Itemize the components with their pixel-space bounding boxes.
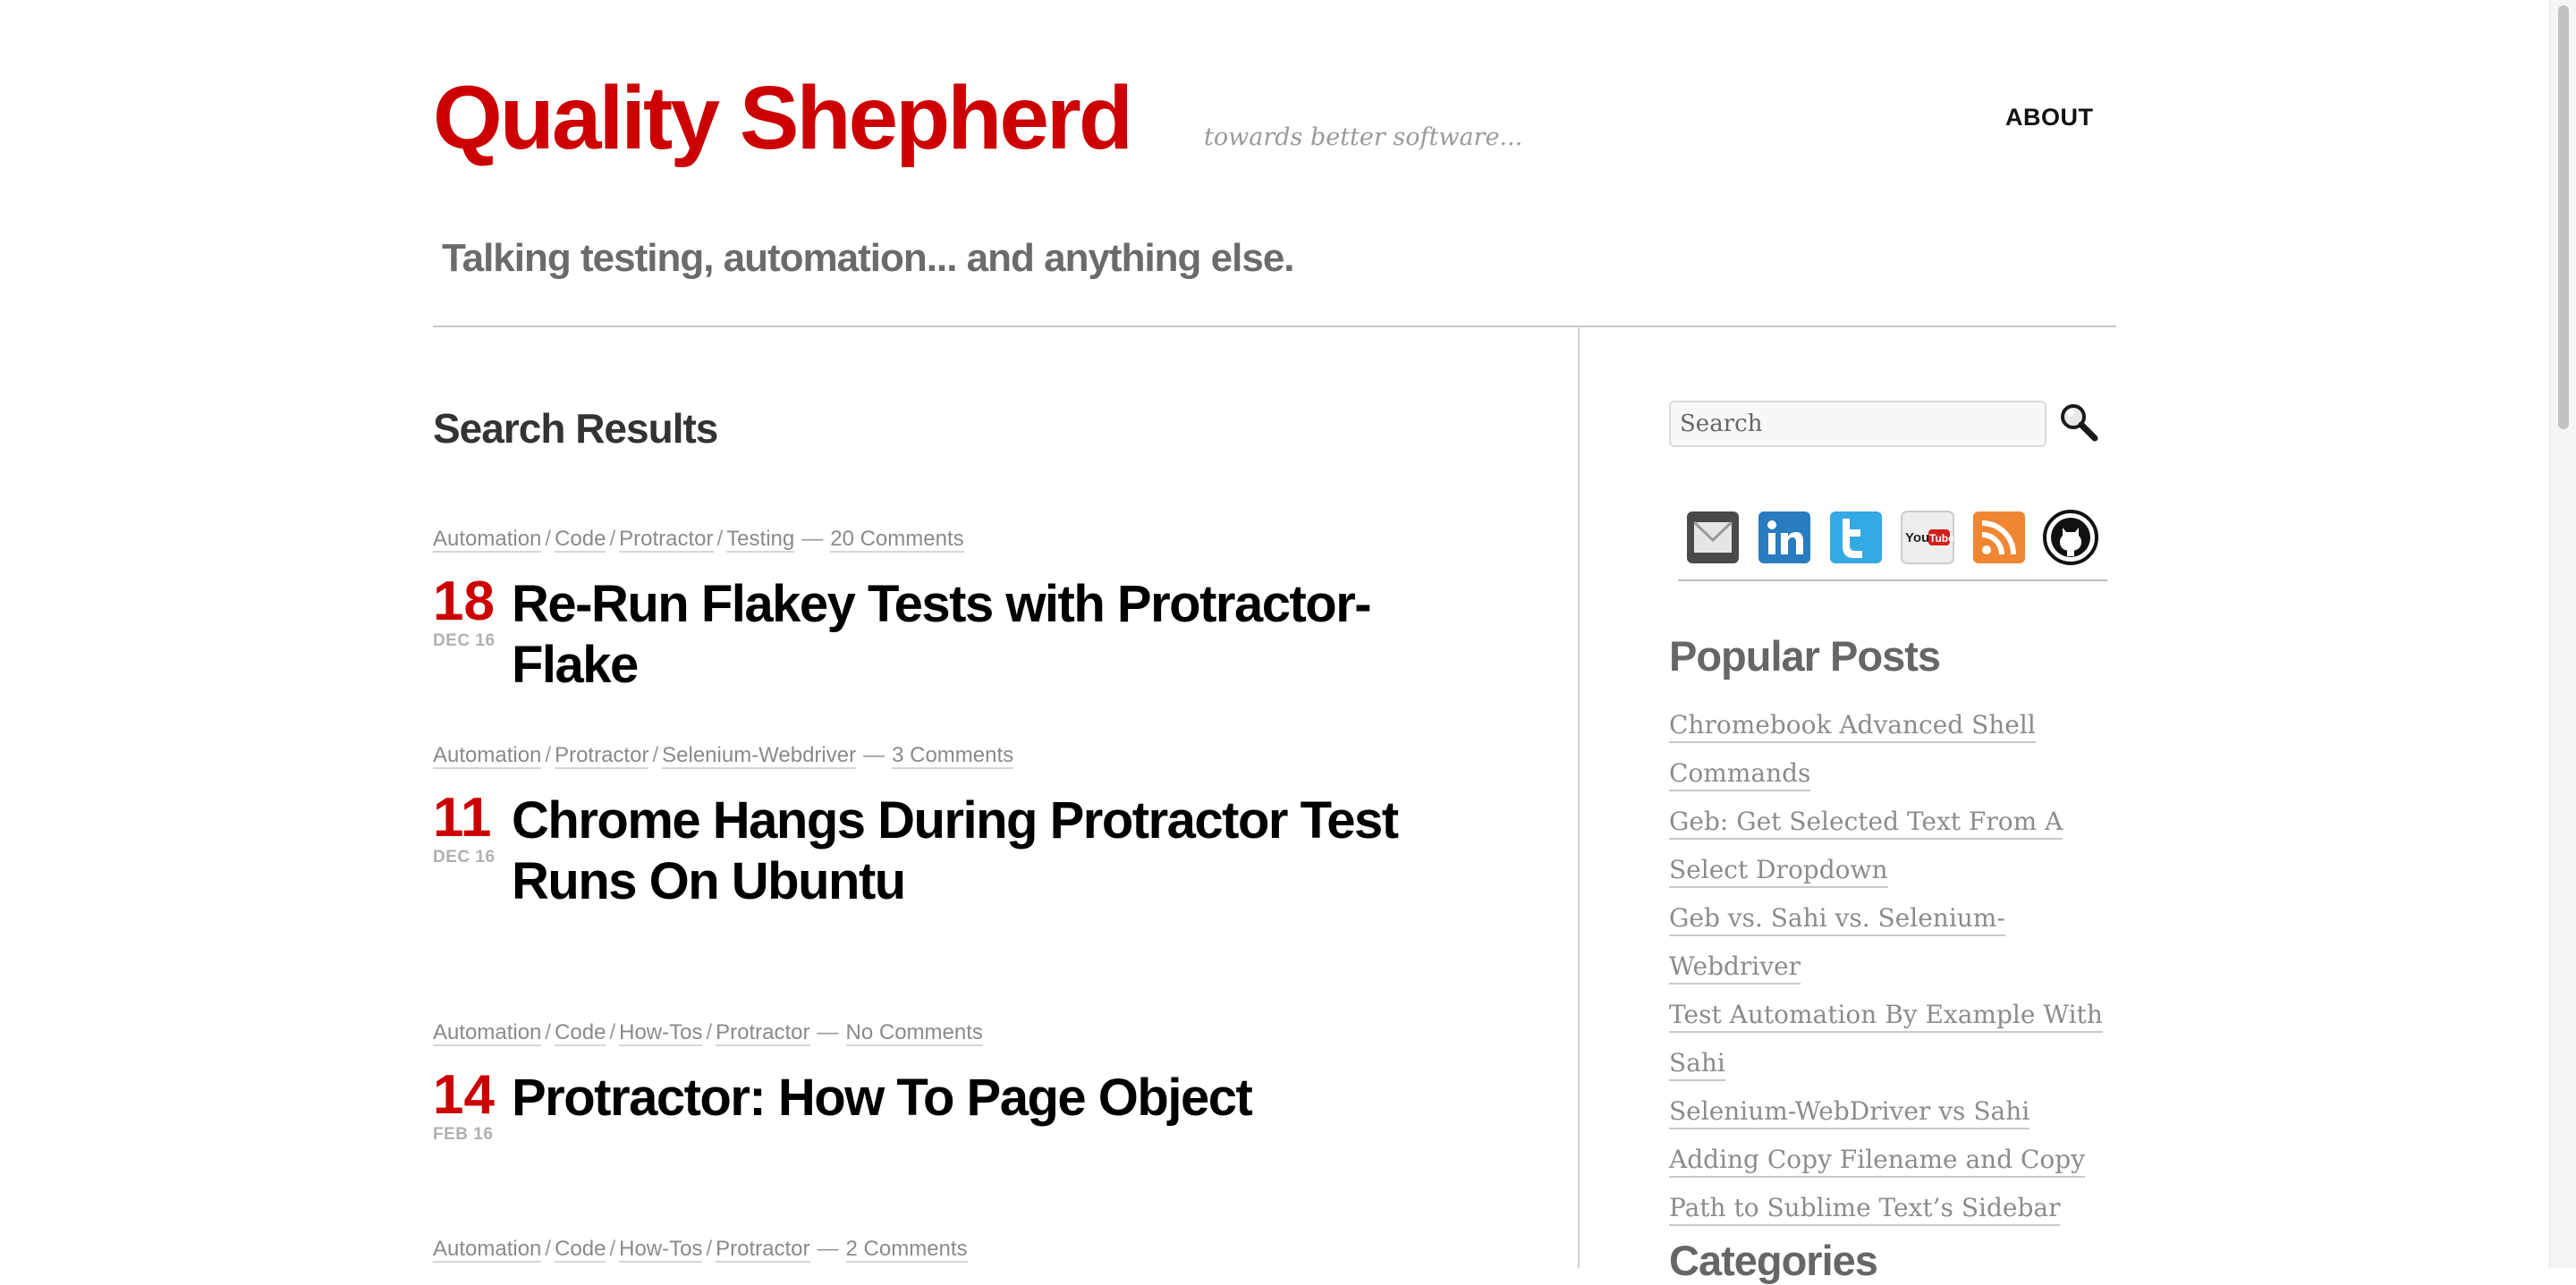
site-title[interactable]: Quality Shepherd	[433, 73, 1133, 163]
post-header: 11 DEC 16 Chrome Hangs During Protractor…	[433, 790, 1506, 912]
twitter-icon[interactable]	[1828, 510, 1884, 565]
popular-post-link[interactable]: Adding Copy Filename and Copy Path to Su…	[1669, 1145, 2086, 1226]
site-tagline: Talking testing, automation... and anyth…	[442, 236, 1295, 280]
popular-post-link[interactable]: Geb: Get Selected Text From A Select Dro…	[1669, 807, 2063, 888]
post-title-link[interactable]: Protractor: How To Page Object	[512, 1068, 1478, 1129]
magnifier-icon	[2061, 404, 2098, 442]
list-item: Chromebook Advanced Shell Commands	[1669, 701, 2116, 798]
post-title-link[interactable]: Chrome Hangs During Protractor Test Runs…	[512, 790, 1406, 912]
category-link[interactable]: How-Tos	[619, 1237, 703, 1263]
list-item: Geb vs. Sahi vs. Selenium-Webdriver	[1669, 894, 2116, 991]
post-day: 18	[433, 571, 495, 632]
post-title-link[interactable]: Re-Run Flakey Tests with Protractor-Flak…	[512, 574, 1478, 696]
list-item: Selenium-WebDriver vs Sahi	[1669, 1087, 2116, 1136]
post-month: DEC 16	[433, 848, 496, 867]
list-item: Test Automation By Example With Sahi	[1669, 991, 2116, 1087]
github-icon[interactable]	[2043, 510, 2098, 565]
post-header: 18 DEC 16 Re-Run Flakey Tests with Protr…	[433, 574, 1506, 696]
column-divider	[1578, 325, 1580, 1268]
post-entry: Automation / Code / How-Tos / Protractor — No Co…	[433, 1019, 1506, 1145]
category-link[interactable]: Automation	[433, 527, 542, 553]
popular-posts-list: Chromebook Advanced Shell Commands Geb: …	[1669, 701, 2116, 1232]
site-description: towards better software...	[1204, 123, 1523, 151]
post-header: 14 FEB 16 Protractor: How To Page Object	[433, 1064, 1506, 1145]
post-month: FEB 16	[433, 1125, 494, 1144]
categories-heading: Categories	[1669, 1237, 1878, 1284]
svg-text:You: You	[1905, 530, 1929, 545]
scrollbar-thumb[interactable]	[2558, 5, 2569, 429]
comments-link[interactable]: No Comments	[845, 1020, 983, 1046]
nav-about-link[interactable]: ABOUT	[2005, 104, 2094, 131]
post-meta: Automation / Code / Protractor / Testing —20 Co…	[433, 527, 964, 553]
email-icon[interactable]	[1685, 510, 1741, 565]
post-day: 11	[433, 787, 492, 849]
category-link[interactable]: How-Tos	[619, 1020, 703, 1046]
category-link[interactable]: Protractor	[555, 743, 649, 769]
search-input[interactable]	[1669, 401, 2046, 447]
popular-post-link[interactable]: Test Automation By Example With Sahi	[1669, 1000, 2103, 1081]
comments-link[interactable]: 2 Comments	[845, 1237, 968, 1263]
category-link[interactable]: Automation	[433, 1237, 542, 1263]
post-meta: Automation / Code / How-Tos / Protractor — No Co…	[433, 1020, 983, 1046]
rss-icon[interactable]	[1971, 510, 2027, 565]
svg-text:Tube: Tube	[1929, 532, 1954, 545]
category-link[interactable]: Selenium-Webdriver	[662, 743, 857, 769]
post-meta: Automation / Code / How-Tos / Protractor —2 Com…	[433, 1237, 968, 1263]
post-meta: Automation / Protractor / Selenium-Webdriver…	[433, 743, 1014, 769]
linkedin-icon[interactable]	[1757, 510, 1812, 565]
category-link[interactable]: Automation	[433, 1020, 542, 1046]
category-link[interactable]: Code	[555, 527, 606, 553]
category-link[interactable]: Code	[555, 1020, 606, 1046]
category-link[interactable]: Code	[555, 1237, 606, 1263]
list-item: Adding Copy Filename and Copy Path to Su…	[1669, 1136, 2116, 1232]
post-entry: Automation / Code / Protractor / Testing —20 Co…	[433, 526, 1506, 696]
youtube-icon[interactable]: You Tube	[1900, 510, 1955, 565]
post-month: DEC 16	[433, 631, 496, 650]
category-link[interactable]: Protractor	[619, 527, 714, 553]
comments-link[interactable]: 3 Comments	[892, 743, 1014, 769]
post-entry: Automation / Code / How-Tos / Protractor —2 Com…	[433, 1236, 1506, 1263]
header-divider	[433, 325, 2116, 327]
popular-post-link[interactable]: Chromebook Advanced Shell Commands	[1669, 710, 2036, 791]
popular-post-link[interactable]: Selenium-WebDriver vs Sahi	[1669, 1096, 2030, 1129]
category-link[interactable]: Protractor	[716, 1020, 810, 1046]
category-link[interactable]: Testing	[726, 527, 795, 553]
post-day: 14	[433, 1064, 495, 1126]
list-item: Geb: Get Selected Text From A Select Dro…	[1669, 798, 2116, 894]
category-link[interactable]: Protractor	[716, 1237, 810, 1263]
post-entry: Automation / Protractor / Selenium-Webdriver…	[433, 742, 1506, 912]
search-results-heading: Search Results	[433, 405, 718, 452]
comments-link[interactable]: 20 Comments	[830, 527, 964, 553]
popular-posts-heading: Popular Posts	[1669, 632, 1941, 680]
popular-post-link[interactable]: Geb vs. Sahi vs. Selenium-Webdriver	[1669, 903, 2005, 985]
category-link[interactable]: Automation	[433, 743, 542, 769]
social-divider	[1678, 579, 2107, 581]
search-button[interactable]	[2057, 401, 2100, 444]
